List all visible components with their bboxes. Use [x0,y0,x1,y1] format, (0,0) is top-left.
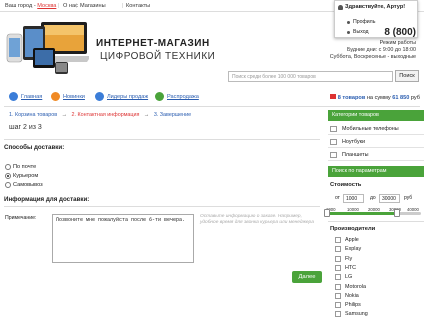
maker-checkbox[interactable] [335,311,341,317]
search-button[interactable]: Поиск [395,70,419,82]
cart-summary[interactable]: 8 товаров на сумму 61 850 руб [329,94,420,101]
divider [4,206,320,207]
maker-checkbox[interactable] [335,237,341,243]
step-cart[interactable]: 1. Корзина товаров [9,112,57,118]
step-counter: шаг 2 из 3 [9,124,42,131]
delivery-info-title: Информация для доставки: [4,196,90,203]
new-icon [51,92,60,101]
checkout-steps: 1. Корзина товаров → 2. Контактная инфор… [9,112,191,118]
maker-checkbox[interactable] [335,283,341,290]
price-title: Стоимость [330,182,362,188]
user-greeting[interactable]: Здравствуйте, Артур! [345,4,405,10]
nav-item-new[interactable]: Новинки [63,94,85,100]
bullet-icon [347,21,350,24]
link-shops[interactable]: Магазины [80,3,106,9]
price-currency: руб [404,195,413,201]
nav-item-bestsellers[interactable]: Лидеры продаж [107,94,148,100]
maker-checkbox[interactable] [335,246,341,253]
hours-weekdays: Будние дни: с 9:00 до 18:00 [346,47,416,53]
cart-count[interactable]: 8 товаров [338,95,366,101]
step-finish: 3. Завершение [153,112,192,118]
nav-item-sale[interactable]: Распродажа [167,94,199,100]
divider [328,221,424,222]
price-slider-range [327,212,397,215]
brand-title: ИНТЕРНЕТ-МАГАЗИН [96,38,210,49]
laptop-icon [330,139,337,145]
arrow-icon: → [143,112,150,118]
separator: | [122,3,124,9]
maker-label: Apple [345,237,359,243]
radio-courier[interactable] [5,173,11,179]
next-button[interactable]: Далее [292,271,322,283]
hours-title: Режим работы [379,40,416,46]
maker-checkbox[interactable] [335,255,341,262]
sale-icon [155,92,164,101]
maker-checkbox[interactable] [335,292,341,299]
maker-label: Philips [345,302,361,309]
nav-item-home[interactable]: Главная [21,94,42,100]
maker-checkbox[interactable] [335,264,341,271]
menu-item-logout[interactable]: Выход [353,29,369,35]
menu-item-profile[interactable]: Профиль [353,19,375,25]
radio-courier-label: Курьером [13,173,39,179]
tablet-icon [330,152,337,158]
slider-handle-max[interactable] [393,209,400,217]
note-hint: Оставьте информацию о заказе. Например, … [200,214,314,226]
step-contact-info: 2. Контактная информация [71,112,140,118]
price-from-label: от [335,195,340,201]
divider [4,106,420,107]
makers-title: Производители [330,226,376,232]
devices-logo-image[interactable] [5,18,89,76]
category-item[interactable]: Мобильные телефоны [328,123,424,135]
category-item[interactable]: Ноутбуки [328,136,424,148]
maker-label: Fly [345,255,353,262]
city-selector[interactable]: Ваш город - Москва [5,3,56,9]
radio-post-label: По почте [13,164,37,170]
user-icon [338,5,343,10]
hours-weekend: Суббота, Воскресенье - выходные [329,54,416,60]
radio-post[interactable] [5,164,11,170]
slider-handle-min[interactable] [324,209,330,217]
phone-number: 8 (800) [384,27,416,38]
link-contacts[interactable]: Контакты [126,3,150,9]
price-from-input[interactable]: 1000 [343,194,364,203]
phone-icon [330,126,337,132]
search-input[interactable]: Поиск среди более 100 000 товаров [228,71,393,82]
radio-pickup[interactable] [5,182,11,188]
separator: | [58,3,60,9]
brand-subtitle: ЦИФРОВОЙ ТЕХНИКИ [100,51,216,62]
maker-label: Motorola [345,283,366,290]
maker-checkbox[interactable] [335,274,341,281]
maker-label: HTC [345,264,357,271]
city-value[interactable]: Москва [37,3,56,9]
note-textarea[interactable] [52,214,194,263]
bullet-icon [347,31,350,34]
cart-icon [329,94,336,99]
delivery-title: Способы доставки: [4,144,65,151]
categories-header: Категории товаров [328,110,424,121]
radio-pickup-label: Самовывоз [13,182,43,188]
separator: | [76,3,78,9]
price-to-input[interactable]: 30000 [379,194,400,203]
maker-label: LG [345,274,353,281]
maker-label: Samsung [345,311,368,317]
param-search-header: Поиск по параметрам [328,166,424,177]
cart-sum: 61 850 [392,95,410,101]
arrow-icon: → [61,112,67,118]
note-label: Примечание: [5,215,37,221]
category-item[interactable]: Планшеты [328,149,424,161]
maker-label: Explay [345,246,362,253]
home-icon [9,92,18,101]
divider [4,139,320,140]
maker-checkbox[interactable] [335,302,341,309]
bestseller-icon [95,92,104,101]
price-to-label: до [370,195,376,201]
maker-label: Nokia [345,292,359,299]
